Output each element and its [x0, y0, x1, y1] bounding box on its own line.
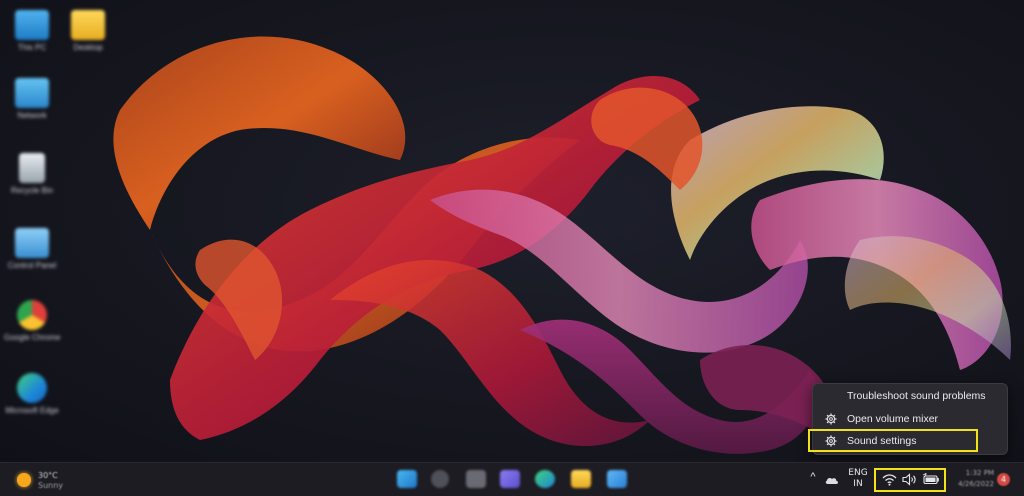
language-indicator[interactable]: ENG IN — [845, 468, 871, 490]
desktop-icon-label: Desktop — [73, 43, 103, 52]
menu-item-label: Troubleshoot sound problems — [847, 390, 986, 402]
volume-icon[interactable] — [902, 473, 918, 486]
notification-badge[interactable]: 4 — [997, 473, 1010, 486]
desktop-icon-label: This PC — [17, 43, 47, 52]
clock-date: 4/26/2022 — [958, 480, 994, 488]
search-icon[interactable] — [431, 470, 449, 488]
chat-icon[interactable] — [500, 470, 520, 488]
desktop-icon-label: Network — [17, 111, 47, 120]
desktop: This PC Desktop Network Recycle Bin Cont… — [0, 0, 1024, 462]
start-icon[interactable] — [397, 470, 417, 488]
store-icon[interactable] — [607, 470, 627, 488]
edge-icon[interactable] — [535, 470, 555, 488]
monitor-icon — [15, 10, 49, 40]
control-panel-icon — [15, 228, 49, 258]
menu-item-label: Open volume mixer — [847, 413, 939, 425]
desktop-icon-chrome[interactable]: Google Chrome — [4, 296, 60, 356]
desktop-icon-edge[interactable]: Microsoft Edge — [4, 369, 60, 429]
desktop-icon-folder[interactable]: Desktop — [60, 6, 116, 66]
folder-icon — [71, 10, 105, 40]
taskbar: 30°C Sunny ^ ENG IN 1:32 PM 4/26/2022 4 — [0, 462, 1024, 496]
desktop-icon-label: Google Chrome — [4, 333, 61, 342]
weather-widget[interactable]: 30°C Sunny — [14, 470, 84, 492]
clock[interactable]: 1:32 PM 4/26/2022 — [948, 468, 994, 490]
menu-item-troubleshoot-sound[interactable]: Troubleshoot sound problems — [817, 386, 1003, 406]
task-view-icon[interactable] — [466, 470, 486, 488]
weather-temperature: 30°C — [38, 471, 58, 480]
onedrive-icon[interactable] — [824, 473, 840, 487]
menu-item-open-volume-mixer[interactable]: Open volume mixer — [817, 409, 1003, 429]
edge-icon — [17, 373, 47, 403]
chrome-icon — [17, 300, 47, 330]
tray-overflow-chevron[interactable]: ^ — [807, 471, 819, 487]
desktop-icon-this-pc[interactable]: This PC — [4, 6, 60, 66]
language-code: ENG — [848, 468, 868, 478]
desktop-icon-label: Control Panel — [7, 261, 57, 270]
wifi-icon[interactable] — [882, 473, 897, 486]
battery-icon[interactable] — [922, 473, 940, 486]
region-code: IN — [853, 479, 863, 489]
desktop-icons: This PC Desktop Network Recycle Bin Cont… — [4, 4, 105, 444]
desktop-icon-network[interactable]: Network — [4, 74, 60, 134]
clock-time: 1:32 PM — [965, 469, 994, 477]
network-icon — [15, 78, 49, 108]
gear-icon — [825, 413, 837, 425]
desktop-icon-control-panel[interactable]: Control Panel — [4, 224, 60, 284]
file-explorer-icon[interactable] — [571, 470, 591, 488]
desktop-icon-label: Microsoft Edge — [5, 406, 59, 415]
desktop-icon-recycle-bin[interactable]: Recycle Bin — [4, 149, 60, 209]
highlight-sound-settings — [808, 429, 978, 452]
weather-condition: Sunny — [38, 481, 64, 490]
recycle-bin-icon — [19, 153, 45, 183]
desktop-icon-label: Recycle Bin — [10, 186, 54, 195]
sun-icon — [17, 473, 31, 487]
